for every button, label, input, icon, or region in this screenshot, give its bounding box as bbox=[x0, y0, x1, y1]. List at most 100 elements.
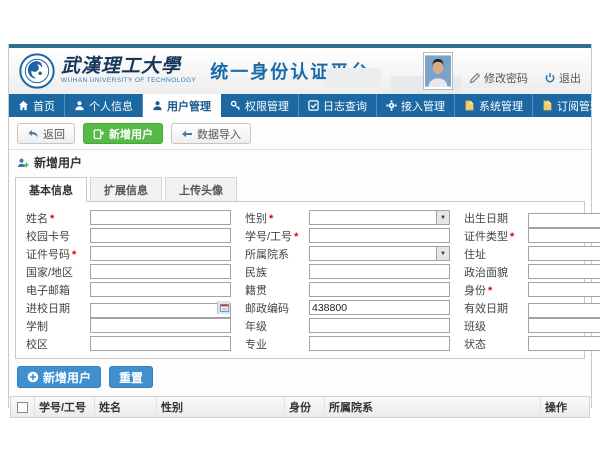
user-avatar bbox=[423, 52, 453, 90]
users-icon bbox=[152, 100, 163, 111]
field-label: 籍贯 bbox=[245, 285, 267, 297]
form-field-native-place: 籍贯 bbox=[245, 282, 450, 297]
col-gender: 性别 bbox=[157, 397, 285, 417]
department-select[interactable]: ▼ bbox=[309, 246, 450, 261]
nav-item-subscription-management[interactable]: 订阅管理 bbox=[533, 94, 600, 117]
tab-upload-avatar[interactable]: 上传头像 bbox=[165, 177, 237, 201]
nav-label: 日志查询 bbox=[323, 98, 367, 114]
nav-item-personal-info[interactable]: 个人信息 bbox=[65, 94, 143, 117]
enroll-date-input[interactable] bbox=[90, 303, 231, 318]
student-id-input[interactable] bbox=[309, 228, 450, 243]
field-label: 政治面貌 bbox=[464, 267, 508, 279]
native-place-input[interactable] bbox=[309, 282, 450, 297]
nav-item-access-management[interactable]: 接入管理 bbox=[377, 94, 455, 117]
col-identity: 身份 bbox=[285, 397, 325, 417]
add-user-toolbar-button[interactable]: 新增用户 bbox=[83, 123, 163, 144]
toolbar: 返回 新增用户 数据导入 bbox=[9, 117, 591, 149]
power-icon bbox=[544, 72, 556, 84]
field-label: 校区 bbox=[26, 339, 48, 351]
form-field-enroll-date: 进校日期 bbox=[26, 300, 231, 315]
form-field-id-type: 证件类型* bbox=[464, 228, 600, 243]
form-field-valid-date: 有效日期 bbox=[464, 300, 600, 315]
new-doc-icon bbox=[93, 128, 105, 140]
tab-extended-info[interactable]: 扩展信息 bbox=[90, 177, 162, 201]
ethnicity-input[interactable] bbox=[309, 264, 450, 279]
field-label: 有效日期 bbox=[464, 303, 508, 315]
form-field-status: 状态 bbox=[464, 336, 600, 351]
doc-icon bbox=[464, 100, 475, 111]
field-label: 证件号码 bbox=[26, 249, 70, 261]
university-name-cn: 武漢理工大學 bbox=[61, 57, 196, 76]
nav-item-home[interactable]: 首页 bbox=[9, 94, 65, 117]
field-label: 证件类型 bbox=[464, 231, 508, 243]
gear-icon bbox=[386, 100, 397, 111]
gender-select[interactable]: ▼ bbox=[309, 210, 450, 225]
submit-add-user-button[interactable]: 新增用户 bbox=[17, 366, 101, 388]
header: 武漢理工大學 WUHAN UNIVERSITY OF TECHNOLOGY 统一… bbox=[9, 48, 591, 94]
undo-arrow-icon bbox=[27, 128, 39, 140]
id-number-input[interactable] bbox=[90, 246, 231, 261]
form-field-major: 专业 bbox=[245, 336, 450, 351]
major-input[interactable] bbox=[309, 336, 450, 351]
country-region-input[interactable] bbox=[90, 264, 231, 279]
name-input[interactable] bbox=[90, 210, 231, 225]
field-label: 民族 bbox=[245, 267, 267, 279]
reset-label: 重置 bbox=[119, 369, 143, 386]
form-field-country: 国家/地区 bbox=[26, 264, 231, 279]
reset-button[interactable]: 重置 bbox=[109, 366, 153, 388]
form-field-grade: 年级 bbox=[245, 318, 450, 333]
required-marker: * bbox=[510, 231, 514, 243]
field-label: 出生日期 bbox=[464, 213, 508, 225]
nav-item-user-management[interactable]: 用户管理 bbox=[143, 94, 221, 117]
form-field-student-id: 学号/工号* bbox=[245, 228, 450, 243]
user-table-header: 学号/工号 姓名 性别 身份 所属院系 操作 bbox=[10, 396, 590, 418]
required-marker: * bbox=[72, 249, 76, 261]
political-status-input[interactable] bbox=[528, 264, 600, 279]
field-label: 班级 bbox=[464, 321, 486, 333]
grade-input[interactable] bbox=[309, 318, 450, 333]
field-label: 进校日期 bbox=[26, 303, 70, 315]
select-all-checkbox[interactable] bbox=[17, 402, 28, 413]
logout-link[interactable]: 退出 bbox=[544, 70, 581, 86]
required-marker: * bbox=[50, 213, 54, 225]
nav-item-log-query[interactable]: 日志查询 bbox=[299, 94, 377, 117]
campus-input[interactable] bbox=[90, 336, 231, 351]
form-field-postal-code: 邮政编码 bbox=[245, 300, 450, 315]
id-type-input[interactable] bbox=[528, 228, 600, 243]
field-label: 状态 bbox=[464, 339, 486, 351]
status-input[interactable] bbox=[528, 336, 600, 351]
change-password-label: 修改密码 bbox=[484, 70, 528, 86]
nav-label: 系统管理 bbox=[479, 98, 523, 114]
nav-label: 订阅管理 bbox=[557, 98, 600, 114]
back-button[interactable]: 返回 bbox=[17, 123, 75, 144]
class-input[interactable] bbox=[528, 318, 600, 333]
form-field-id-number: 证件号码* bbox=[26, 246, 231, 261]
header-user-area: 修改密码 退出 bbox=[423, 52, 581, 90]
add-user-section-icon bbox=[17, 157, 29, 169]
birth-date-input[interactable] bbox=[528, 213, 600, 228]
identity-input[interactable] bbox=[528, 282, 600, 297]
email-input[interactable] bbox=[90, 282, 231, 297]
nav-label: 接入管理 bbox=[401, 98, 445, 114]
campus-card-input[interactable] bbox=[90, 228, 231, 243]
import-label: 数据导入 bbox=[197, 126, 241, 142]
address-input[interactable] bbox=[528, 246, 600, 261]
postal-code-input[interactable] bbox=[309, 300, 450, 315]
section-header: 新增用户 bbox=[9, 149, 591, 174]
data-import-button[interactable]: 数据导入 bbox=[171, 123, 251, 144]
form-field-political-status: 政治面貌 bbox=[464, 264, 600, 279]
calendar-icon[interactable] bbox=[217, 301, 230, 314]
field-label: 年级 bbox=[245, 321, 267, 333]
form-tabs: 基本信息 扩展信息 上传头像 bbox=[9, 174, 591, 201]
study-length-input[interactable] bbox=[90, 318, 231, 333]
field-label: 校园卡号 bbox=[26, 231, 70, 243]
change-password-link[interactable]: 修改密码 bbox=[469, 70, 528, 86]
tab-basic-info[interactable]: 基本信息 bbox=[15, 177, 87, 202]
form-field-ethnicity: 民族 bbox=[245, 264, 450, 279]
nav-item-permission-management[interactable]: 权限管理 bbox=[221, 94, 299, 117]
form-field-study-length: 学制 bbox=[26, 318, 231, 333]
doc-icon bbox=[542, 100, 553, 111]
field-label: 邮政编码 bbox=[245, 303, 289, 315]
nav-item-system-management[interactable]: 系统管理 bbox=[455, 94, 533, 117]
valid-date-input[interactable] bbox=[528, 303, 600, 318]
